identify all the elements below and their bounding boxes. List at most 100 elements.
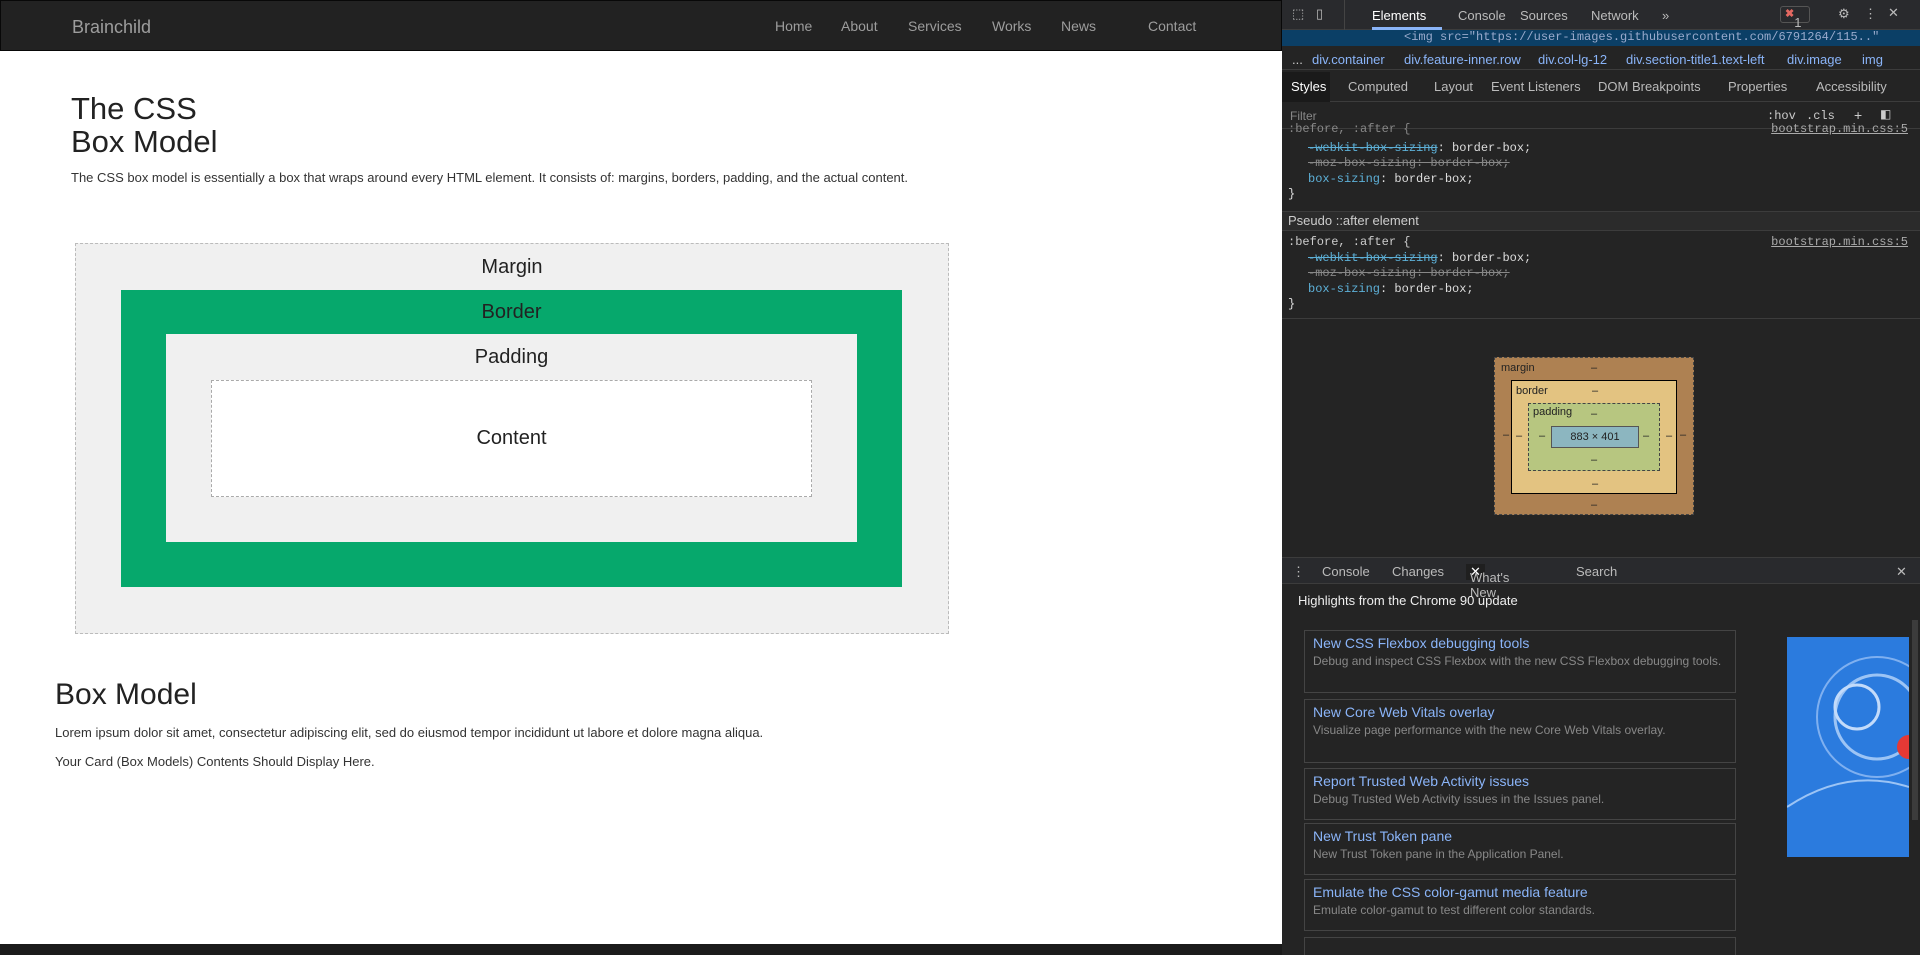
rule1-moz-prop[interactable]: -moz-box-sizing: border-box; <box>1308 156 1510 172</box>
nav-home[interactable]: Home <box>775 18 812 34</box>
bm-padding-top[interactable]: – <box>1591 408 1597 420</box>
card-description: Visualize page performance with the new … <box>1313 723 1666 737</box>
new-style-rule-icon[interactable]: + <box>1854 107 1862 123</box>
drawer-tab-whats-new[interactable]: What's New ✕ <box>1466 564 1509 600</box>
bm-padding-left[interactable]: – <box>1539 430 1545 442</box>
filter-input[interactable]: Filter <box>1290 109 1317 123</box>
hov-toggle[interactable]: :hov <box>1767 109 1796 123</box>
settings-gear-icon[interactable]: ⚙ <box>1838 6 1850 22</box>
page-title: The CSS Box Model <box>71 92 217 158</box>
breadcrumb-section-title[interactable]: div.section-title1.text-left <box>1626 52 1764 67</box>
tab-accessibility[interactable]: Accessibility <box>1816 79 1887 94</box>
rule2-webkit-prop[interactable]: -webkit-box-sizing <box>1308 251 1438 265</box>
devtools-tabbar: ⬚ ▯ Elements Console Sources Network » ✖… <box>1282 0 1920 30</box>
device-toggle-icon[interactable]: ▯ <box>1316 6 1323 22</box>
breadcrumb-container[interactable]: div.container <box>1312 52 1385 67</box>
card-title[interactable]: Emulate the CSS color-gamut media featur… <box>1313 884 1727 900</box>
tab-computed[interactable]: Computed <box>1348 79 1408 94</box>
bm-border-bottom[interactable]: – <box>1592 478 1598 490</box>
drawer-tabbar: ⋮ Console Changes What's New ✕ Search ✕ <box>1282 557 1920 600</box>
bm-margin-right[interactable]: – <box>1680 429 1686 441</box>
chrome-90-promo-image <box>1787 637 1909 857</box>
more-tabs-icon[interactable]: » <box>1662 8 1669 23</box>
card-title[interactable]: New CSS Flexbox debugging tools <box>1313 635 1727 651</box>
bm-margin-top[interactable]: – <box>1591 362 1597 374</box>
tab-properties[interactable]: Properties <box>1728 79 1787 94</box>
kebab-menu-icon[interactable]: ⋮ <box>1864 6 1877 22</box>
nav-news[interactable]: News <box>1061 18 1096 34</box>
nav-services[interactable]: Services <box>908 18 962 34</box>
whats-new-heading: Highlights from the Chrome 90 update <box>1298 593 1518 608</box>
whats-new-card-partial[interactable] <box>1304 937 1736 955</box>
webpage: Brainchild Home About Services Works New… <box>0 0 1282 955</box>
bm-border-label: border <box>1516 385 1548 397</box>
rule2-selector: :before, :after { <box>1288 235 1411 249</box>
tab-network[interactable]: Network <box>1591 8 1639 23</box>
padding-label: Padding <box>474 346 549 368</box>
whats-new-card[interactable]: New CSS Flexbox debugging tools Debug an… <box>1304 630 1736 693</box>
rule2-box-sizing-prop[interactable]: box-sizing <box>1308 282 1380 296</box>
bm-border-right[interactable]: – <box>1666 430 1672 442</box>
tab-console[interactable]: Console <box>1458 8 1506 23</box>
whats-new-card[interactable]: New Core Web Vitals overlay Visualize pa… <box>1304 699 1736 763</box>
breadcrumb-img[interactable]: img <box>1862 52 1883 67</box>
bm-margin-bottom[interactable]: – <box>1591 499 1597 511</box>
box-model-content: Content <box>211 380 812 497</box>
rule1-box-sizing-prop[interactable]: box-sizing <box>1308 172 1380 186</box>
breadcrumb-ellipsis[interactable]: ... <box>1292 52 1303 67</box>
breadcrumb-image[interactable]: div.image <box>1787 52 1842 67</box>
selected-dom-node[interactable]: <img src="https://user-images.githubuser… <box>1282 30 1920 46</box>
rule1-source-link[interactable]: bootstrap.min.css:5 <box>1771 122 1908 138</box>
card-description: Debug and inspect CSS Flexbox with the n… <box>1313 654 1722 668</box>
styles-subtabs: Styles Computed Layout Event Listeners D… <box>1282 72 1920 102</box>
close-drawer-icon[interactable]: ✕ <box>1896 564 1907 580</box>
cls-toggle[interactable]: .cls <box>1806 109 1835 123</box>
bm-padding-right[interactable]: – <box>1643 430 1649 442</box>
rule2-moz-prop[interactable]: -moz-box-sizing: border-box; <box>1308 266 1510 282</box>
drawer-tab-changes[interactable]: Changes <box>1392 564 1444 579</box>
box-model-viewer: margin – – – – border – – – – padding – … <box>1494 357 1694 515</box>
card-title[interactable]: New Trust Token pane <box>1313 828 1727 844</box>
breadcrumb-feature-inner[interactable]: div.feature-inner.row <box>1404 52 1521 67</box>
border-label: Border <box>481 301 542 323</box>
bm-margin-left[interactable]: – <box>1503 429 1509 441</box>
card-placeholder-text: Your Card (Box Models) Contents Should D… <box>55 754 375 769</box>
section-paragraph: Lorem ipsum dolor sit amet, consectetur … <box>55 725 764 740</box>
margin-label: Margin <box>481 256 543 278</box>
toggle-sidebar-icon[interactable]: ◧ <box>1880 107 1891 121</box>
card-title[interactable]: Report Trusted Web Activity issues <box>1313 773 1727 789</box>
drawer-tab-search[interactable]: Search <box>1576 564 1617 579</box>
card-description: New Trust Token pane in the Application … <box>1313 847 1564 861</box>
bm-content-size[interactable]: 883 × 401 <box>1551 426 1639 448</box>
tab-styles[interactable]: Styles <box>1291 79 1326 94</box>
css-rule-2: :before, :after { bootstrap.min.css:5 -w… <box>1288 235 1908 311</box>
drawer-tab-console[interactable]: Console <box>1322 564 1370 579</box>
bm-padding-bottom[interactable]: – <box>1591 454 1597 466</box>
card-title[interactable]: New Core Web Vitals overlay <box>1313 704 1727 720</box>
nav-about[interactable]: About <box>841 18 878 34</box>
content-label: Content <box>476 427 547 449</box>
drawer-menu-icon[interactable]: ⋮ <box>1292 564 1305 580</box>
nav-works[interactable]: Works <box>992 18 1031 34</box>
whats-new-card[interactable]: Emulate the CSS color-gamut media featur… <box>1304 879 1736 931</box>
whats-new-card[interactable]: Report Trusted Web Activity issues Debug… <box>1304 768 1736 820</box>
bm-padding-label: padding <box>1533 406 1573 418</box>
tab-sources[interactable]: Sources <box>1520 8 1568 23</box>
rule2-source-link[interactable]: bootstrap.min.css:5 <box>1771 235 1908 251</box>
inspect-element-icon[interactable]: ⬚ <box>1292 6 1304 22</box>
tab-dom-breakpoints[interactable]: DOM Breakpoints <box>1598 79 1701 94</box>
card-description: Emulate color-gamut to test different co… <box>1313 903 1595 917</box>
tab-elements[interactable]: Elements <box>1372 8 1426 23</box>
rule1-selector: :before, :after { <box>1288 122 1411 136</box>
tab-event-listeners[interactable]: Event Listeners <box>1491 79 1581 94</box>
bm-margin-label: margin <box>1501 362 1535 374</box>
bm-border-top[interactable]: – <box>1592 385 1598 397</box>
tab-layout[interactable]: Layout <box>1434 79 1473 94</box>
breadcrumb-col[interactable]: div.col-lg-12 <box>1538 52 1607 67</box>
error-badge[interactable]: ✖ 1 <box>1780 6 1810 30</box>
close-devtools-icon[interactable]: ✕ <box>1888 5 1899 21</box>
bm-border-left[interactable]: – <box>1516 430 1522 442</box>
rule1-webkit-prop[interactable]: -webkit-box-sizing <box>1308 141 1438 155</box>
whats-new-card[interactable]: New Trust Token pane New Trust Token pan… <box>1304 823 1736 875</box>
nav-contact[interactable]: Contact <box>1148 18 1196 34</box>
